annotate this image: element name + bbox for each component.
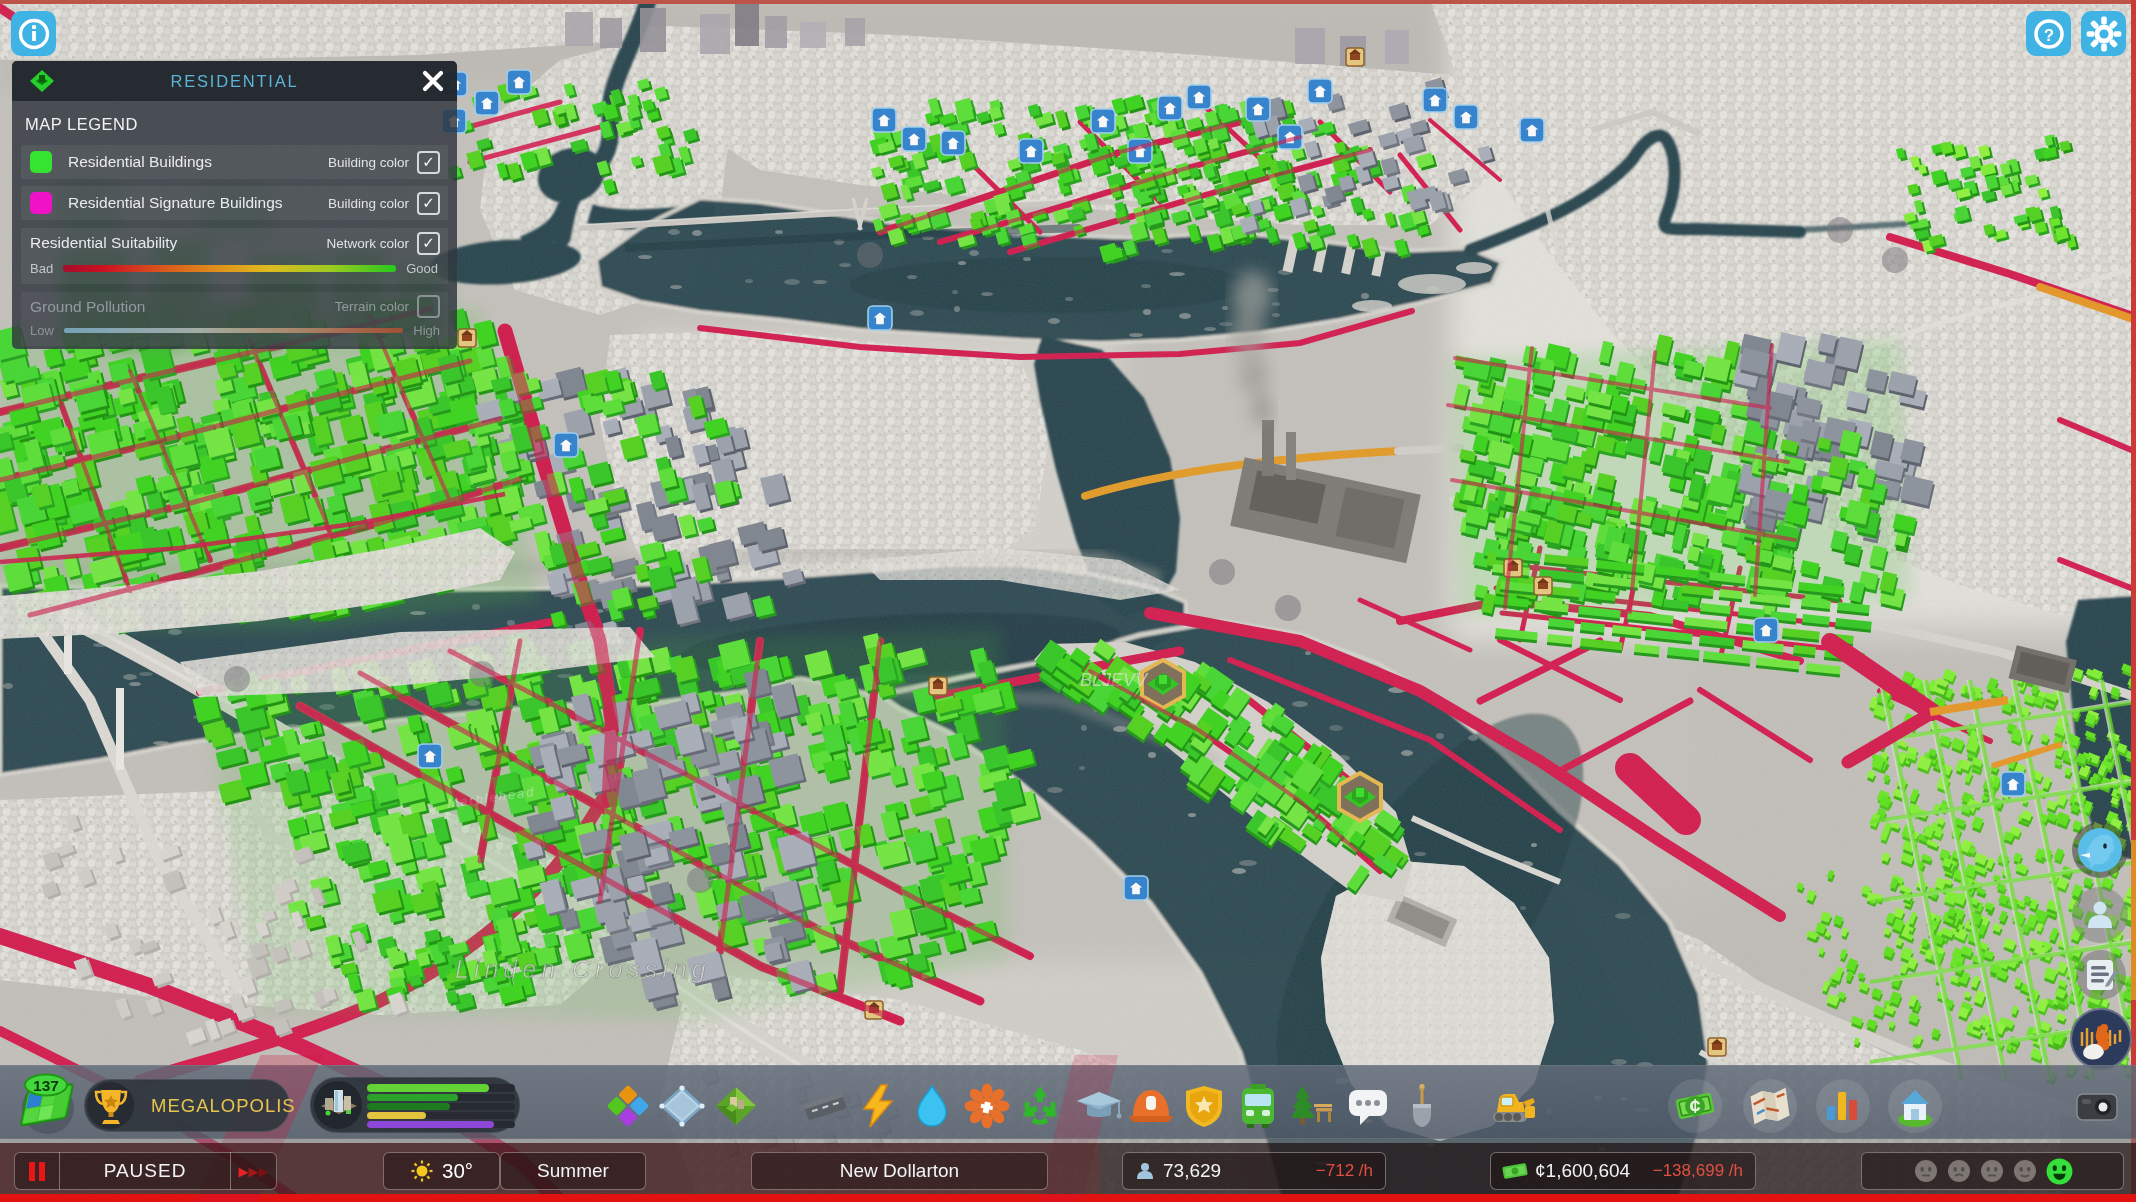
svg-text:?: ? bbox=[2043, 25, 2053, 44]
svg-text:137: 137 bbox=[33, 1077, 59, 1094]
svg-text:¢: ¢ bbox=[1689, 1095, 1700, 1117]
